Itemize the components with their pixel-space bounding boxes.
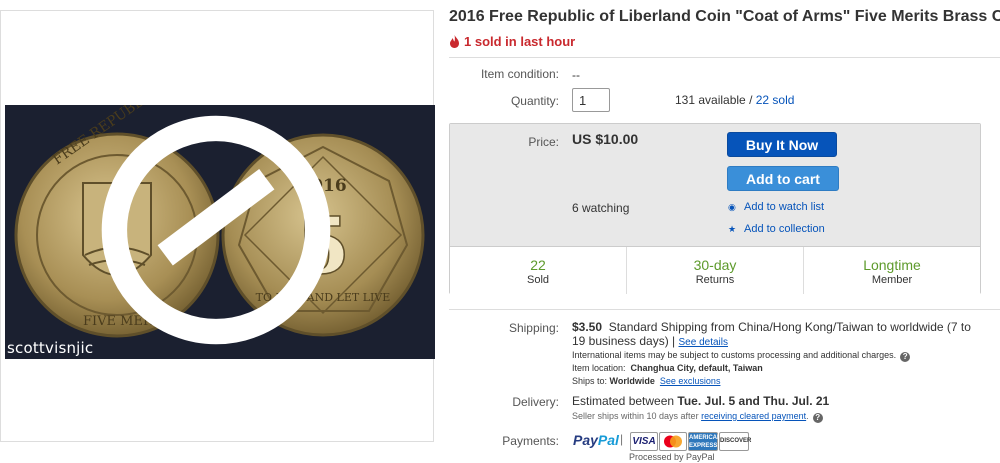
- availability: 131 available / 22 sold: [675, 93, 794, 107]
- delivery-note-suffix: .: [806, 411, 809, 421]
- amex-card-icon: AMERICAN EXPRESS: [688, 432, 721, 451]
- delivery-label: Delivery:: [512, 395, 559, 409]
- condition-value: --: [572, 68, 580, 82]
- sold-count-link[interactable]: 22 sold: [756, 93, 795, 107]
- availability-separator: /: [745, 93, 756, 107]
- delivery-note-text: Seller ships within 10 days after: [572, 411, 699, 421]
- add-to-watch-list-link[interactable]: ◉ Add to watch list: [728, 201, 824, 213]
- shipping-info: $3.50 Standard Shipping from China/Hong …: [572, 320, 972, 350]
- payments-label: Payments:: [502, 434, 559, 448]
- payment-separator: |: [620, 432, 624, 446]
- intl-note-text: International items may be subject to cu…: [572, 350, 897, 360]
- ships-to-value: Worldwide: [609, 376, 655, 386]
- buy-it-now-button[interactable]: Buy It Now: [727, 132, 837, 157]
- delivery-range: Tue. Jul. 5 and Thu. Jul. 21: [677, 394, 830, 408]
- visa-card-icon: VISA: [630, 432, 658, 451]
- price-value: US $10.00: [572, 131, 639, 147]
- star-icon: ★: [728, 224, 737, 234]
- condition-label: Item condition:: [480, 67, 559, 81]
- divider: [449, 309, 1000, 310]
- watching-count: 6 watching: [572, 201, 630, 215]
- mastercard-icon: [659, 432, 687, 451]
- delivery-estimate: Estimated between Tue. Jul. 5 and Thu. J…: [572, 394, 829, 408]
- eye-icon: ◉: [728, 202, 736, 212]
- shipping-description: Standard Shipping from China/Hong Kong/T…: [572, 320, 971, 348]
- ships-to-label: Ships to:: [572, 376, 608, 386]
- cleared-payment-link[interactable]: receiving cleared payment: [701, 411, 806, 421]
- stat-returns-label: Returns: [695, 274, 735, 286]
- mastercard-circles-icon: [664, 435, 682, 448]
- see-details-link[interactable]: See details: [679, 337, 728, 348]
- delivery-note: Seller ships within 10 days after receiv…: [572, 411, 823, 423]
- stat-sold-value: 22: [530, 257, 546, 273]
- stat-member-label: Member: [871, 274, 913, 286]
- item-location-value: Changhua City, default, Taiwan: [630, 363, 763, 373]
- stat-returns-value: 30-day: [693, 257, 737, 273]
- item-title: 2016 Free Republic of Liberland Coin "Co…: [449, 8, 1000, 25]
- processed-by-paypal: Processed by PayPal: [629, 452, 715, 462]
- stat-member: Longtime Member: [804, 247, 980, 294]
- stat-returns: 30-day Returns: [627, 247, 804, 294]
- item-image-panel[interactable]: FREE REPUBLIC OF LIBERLAND FIVE MERITS 2…: [0, 10, 435, 442]
- item-location: Item location: Changhua City, default, T…: [572, 363, 763, 373]
- shipping-label: Shipping:: [508, 321, 559, 335]
- stat-member-value: Longtime: [863, 257, 921, 273]
- quantity-input[interactable]: [572, 88, 610, 112]
- paypal-logo-pay: Pay: [573, 432, 598, 448]
- paypal-logo: PayPal: [573, 432, 619, 448]
- watermark-logo-icon: [101, 115, 331, 345]
- hot-text: 1 sold in last hour: [464, 34, 576, 49]
- item-location-label: Item location:: [572, 363, 626, 373]
- paypal-logo-pal: Pal: [597, 432, 619, 448]
- intl-note: International items may be subject to cu…: [572, 350, 911, 362]
- coin-photo[interactable]: FREE REPUBLIC OF LIBERLAND FIVE MERITS 2…: [5, 105, 435, 359]
- discover-card-icon: DISCOVER: [719, 432, 751, 451]
- quantity-label: Quantity:: [510, 94, 559, 108]
- see-exclusions-link[interactable]: See exclusions: [660, 376, 721, 386]
- ships-to: Ships to: Worldwide See exclusions: [572, 376, 720, 386]
- shipping-cost: $3.50: [572, 320, 603, 334]
- seller-stats: 22 Sold 30-day Returns Longtime Member: [450, 246, 980, 294]
- flame-icon: [450, 35, 459, 48]
- available-count: 131 available: [675, 93, 746, 107]
- stat-sold: 22 Sold: [450, 247, 627, 294]
- hot-badge: 1 sold in last hour: [449, 34, 575, 49]
- stat-sold-label: Sold: [526, 274, 550, 286]
- collection-label: Add to collection: [744, 223, 825, 235]
- watch-list-label: Add to watch list: [744, 201, 825, 213]
- add-to-collection-link[interactable]: ★ Add to collection: [728, 223, 825, 235]
- help-icon[interactable]: ?: [812, 413, 823, 423]
- add-to-cart-button[interactable]: Add to cart: [727, 166, 839, 191]
- price-label: Price:: [528, 135, 559, 149]
- delivery-prefix: Estimated between: [572, 394, 675, 408]
- divider: [449, 57, 1000, 58]
- help-icon[interactable]: ?: [900, 352, 911, 362]
